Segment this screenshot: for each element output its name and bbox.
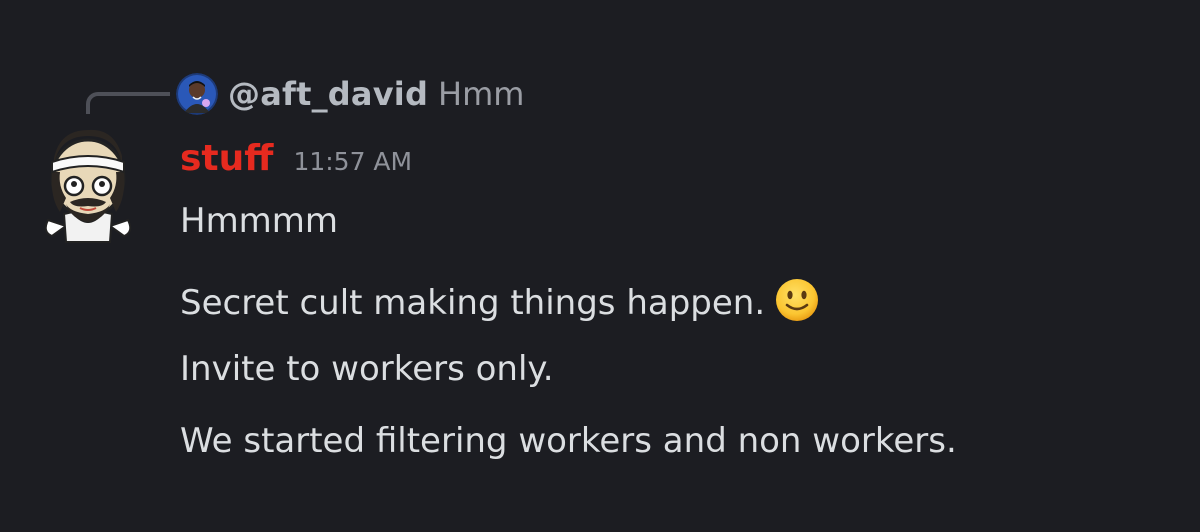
- reply-avatar-icon[interactable]: [176, 73, 218, 115]
- chat-message-view: @aft_david Hmm stuff 11:57 AM Hmmmm Secr…: [0, 0, 1200, 532]
- reply-connector: [86, 92, 170, 114]
- message-line: Secret cult making things happen.: [180, 278, 819, 322]
- message-line: We started filtering workers and non wor…: [180, 421, 957, 461]
- reply-username[interactable]: @aft_david: [228, 75, 428, 113]
- message-line: Invite to workers only.: [180, 349, 554, 389]
- message-line: Hmmmm: [180, 201, 339, 241]
- message-header: stuff 11:57 AM: [180, 138, 412, 179]
- reply-reference[interactable]: @aft_david Hmm: [176, 70, 524, 118]
- slightly-smiling-face-icon[interactable]: [775, 278, 819, 322]
- user-avatar-icon[interactable]: [40, 128, 136, 244]
- message-timestamp[interactable]: 11:57 AM: [293, 147, 412, 176]
- reply-preview-text[interactable]: Hmm: [438, 75, 524, 113]
- username[interactable]: stuff: [180, 138, 273, 179]
- message-line-text: Secret cult making things happen.: [180, 283, 766, 323]
